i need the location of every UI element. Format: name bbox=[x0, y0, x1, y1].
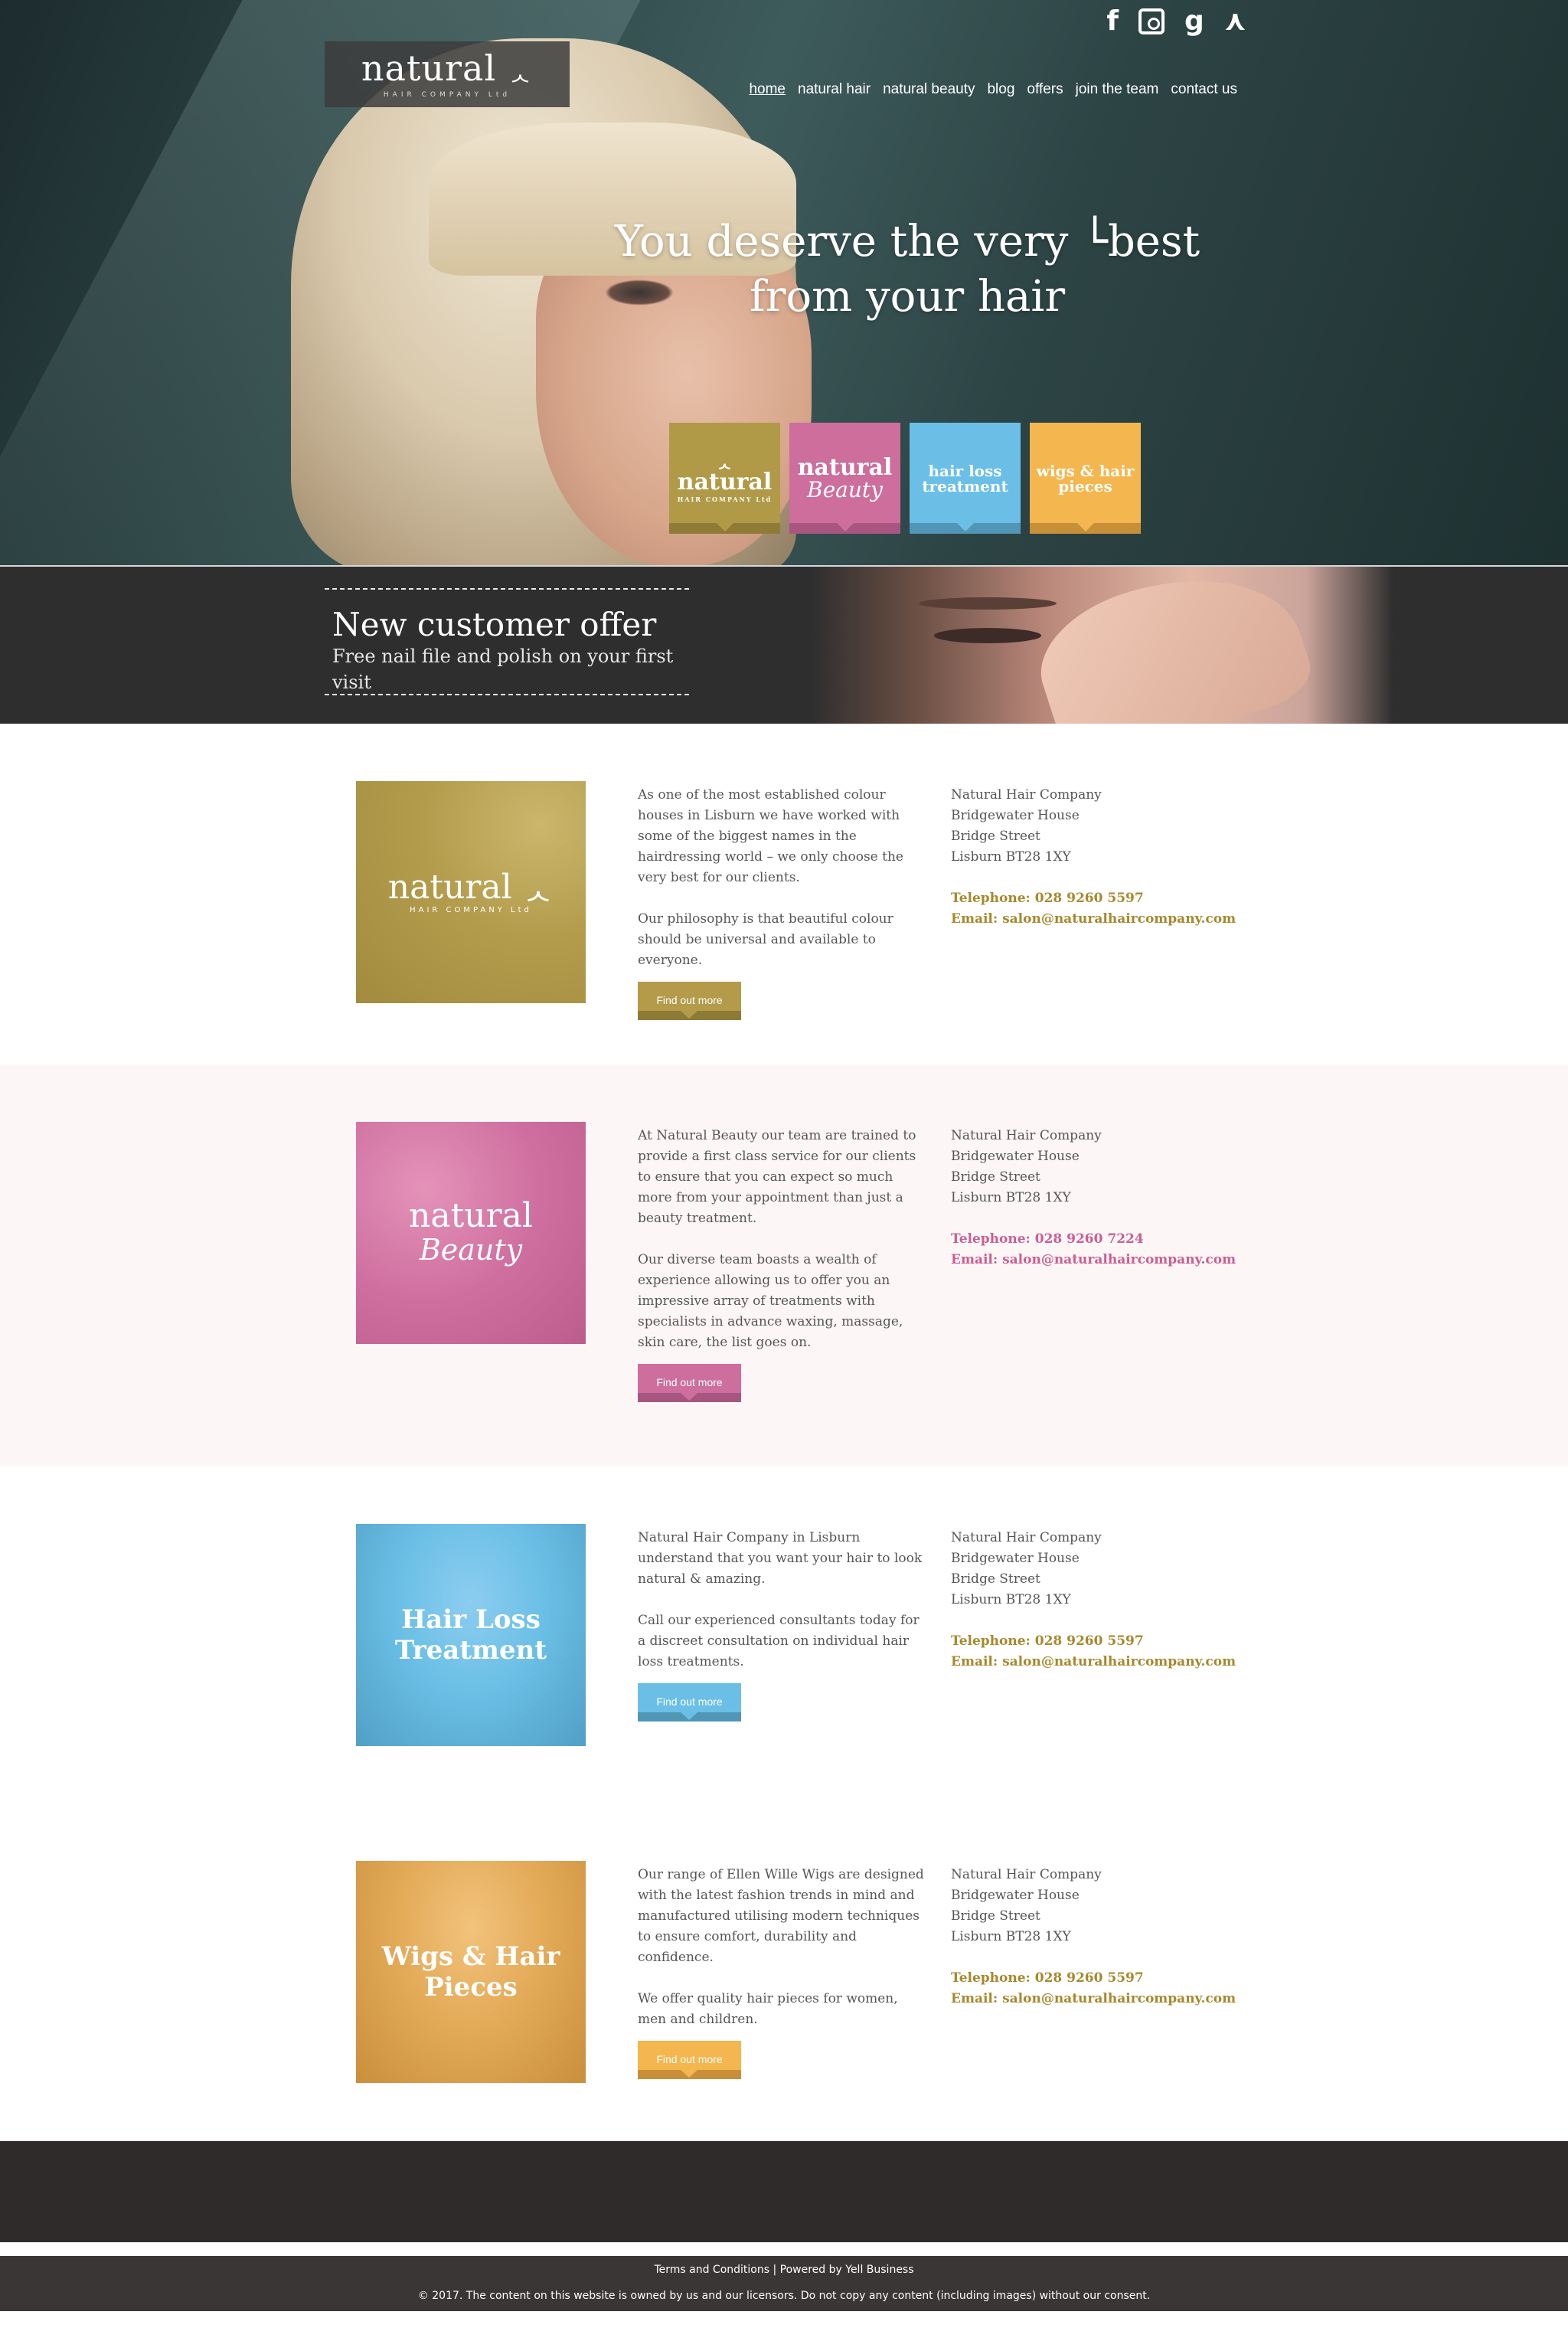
service-tiles: ᆺ natural HAIR COMPANY Ltd natural Beaut… bbox=[669, 423, 1141, 534]
telephone-link[interactable]: Telephone: 028 9260 5597 bbox=[951, 1631, 1257, 1652]
footer-band bbox=[0, 2141, 1568, 2242]
hero-banner: f g ⋏ natural ᆺ HAIR COMPANY Ltd home na… bbox=[0, 0, 1568, 565]
find-out-more-button[interactable]: Find out more bbox=[638, 1683, 741, 1721]
find-out-more-button[interactable]: Find out more bbox=[638, 2041, 741, 2079]
tile-wigs[interactable]: wigs & hair pieces bbox=[1030, 423, 1141, 534]
email-link[interactable]: Email: salon@naturalhaircompany.com bbox=[951, 1250, 1257, 1270]
section-natural-hair: natural ᆺ HAIR COMPANY Ltd As one of the… bbox=[0, 724, 1568, 1064]
section-natural-beauty: natural Beauty At Natural Beauty our tea… bbox=[0, 1064, 1568, 1466]
instagram-icon[interactable] bbox=[1138, 8, 1165, 34]
nav-offers[interactable]: offers bbox=[1027, 81, 1063, 98]
yell-icon[interactable]: ⋏ bbox=[1224, 6, 1246, 37]
hair-loss-image: Hair Loss Treatment bbox=[356, 1524, 586, 1746]
terms-link[interactable]: Terms and Conditions bbox=[654, 2264, 769, 2276]
hero-headline: You deserve the very └best from your hai… bbox=[614, 217, 1200, 322]
telephone-link[interactable]: Telephone: 028 9260 7224 bbox=[951, 1229, 1257, 1250]
wigs-contact: Natural Hair Company Bridgewater House B… bbox=[951, 1865, 1257, 2009]
hair-loss-description: Natural Hair Company in Lisburn understa… bbox=[638, 1528, 929, 1721]
footer-links: Terms and Conditions | Powered by Yell B… bbox=[654, 2264, 914, 2276]
natural-hair-contact: Natural Hair Company Bridgewater House B… bbox=[951, 785, 1257, 930]
section-hair-loss: Hair Loss Treatment Natural Hair Company… bbox=[0, 1466, 1568, 1803]
natural-hair-description: As one of the most established colour ho… bbox=[638, 785, 929, 1020]
offer-title: New customer offer bbox=[332, 606, 657, 643]
logo-swan-icon: ᆺ bbox=[508, 56, 534, 87]
email-link[interactable]: Email: salon@naturalhaircompany.com bbox=[951, 909, 1257, 930]
logo-subtitle: HAIR COMPANY Ltd bbox=[383, 90, 511, 99]
offer-box: New customer offer Free nail file and po… bbox=[325, 588, 689, 695]
facebook-icon[interactable]: f bbox=[1106, 6, 1119, 37]
tile-hair-loss[interactable]: hair loss treatment bbox=[910, 423, 1021, 534]
nav-natural-beauty[interactable]: natural beauty bbox=[883, 81, 975, 98]
swan-icon: ᆺ bbox=[522, 867, 554, 907]
powered-by-link[interactable]: Powered by Yell Business bbox=[780, 2264, 914, 2276]
site-logo[interactable]: natural ᆺ HAIR COMPANY Ltd bbox=[325, 41, 570, 107]
social-links: f g ⋏ bbox=[1106, 6, 1246, 37]
natural-beauty-contact: Natural Hair Company Bridgewater House B… bbox=[951, 1126, 1257, 1270]
offer-subtitle: Free nail file and polish on your first … bbox=[332, 646, 674, 693]
new-customer-offer-banner[interactable]: New customer offer Free nail file and po… bbox=[0, 565, 1568, 724]
hair-loss-contact: Natural Hair Company Bridgewater House B… bbox=[951, 1528, 1257, 1672]
tile-natural-hair[interactable]: ᆺ natural HAIR COMPANY Ltd bbox=[669, 423, 780, 534]
email-link[interactable]: Email: salon@naturalhaircompany.com bbox=[951, 1989, 1257, 2009]
telephone-link[interactable]: Telephone: 028 9260 5597 bbox=[951, 888, 1257, 909]
natural-beauty-image: natural Beauty bbox=[356, 1122, 586, 1344]
tile-natural-beauty[interactable]: natural Beauty bbox=[789, 423, 900, 534]
email-link[interactable]: Email: salon@naturalhaircompany.com bbox=[951, 1652, 1257, 1672]
copyright-text: © 2017. The content on this website is o… bbox=[417, 2290, 1151, 2302]
natural-hair-image: natural ᆺ HAIR COMPANY Ltd bbox=[356, 781, 586, 1003]
nav-contact-us[interactable]: contact us bbox=[1171, 81, 1237, 98]
find-out-more-button[interactable]: Find out more bbox=[638, 1364, 741, 1402]
google-plus-icon[interactable]: g bbox=[1184, 6, 1204, 37]
nav-home[interactable]: home bbox=[749, 81, 786, 98]
find-out-more-button[interactable]: Find out more bbox=[638, 982, 741, 1020]
wigs-image: Wigs & Hair Pieces bbox=[356, 1861, 586, 2083]
natural-beauty-description: At Natural Beauty our team are trained t… bbox=[638, 1126, 929, 1402]
section-wigs: Wigs & Hair Pieces Our range of Ellen Wi… bbox=[0, 1803, 1568, 2141]
nav-blog[interactable]: blog bbox=[987, 81, 1014, 98]
logo-word: natural bbox=[361, 47, 497, 89]
nav-natural-hair[interactable]: natural hair bbox=[798, 81, 871, 98]
wigs-description: Our range of Ellen Wille Wigs are design… bbox=[638, 1865, 929, 2079]
nav-join-the-team[interactable]: join the team bbox=[1076, 81, 1159, 98]
main-nav: home natural hair natural beauty blog of… bbox=[749, 81, 1237, 98]
telephone-link[interactable]: Telephone: 028 9260 5597 bbox=[951, 1968, 1257, 1989]
